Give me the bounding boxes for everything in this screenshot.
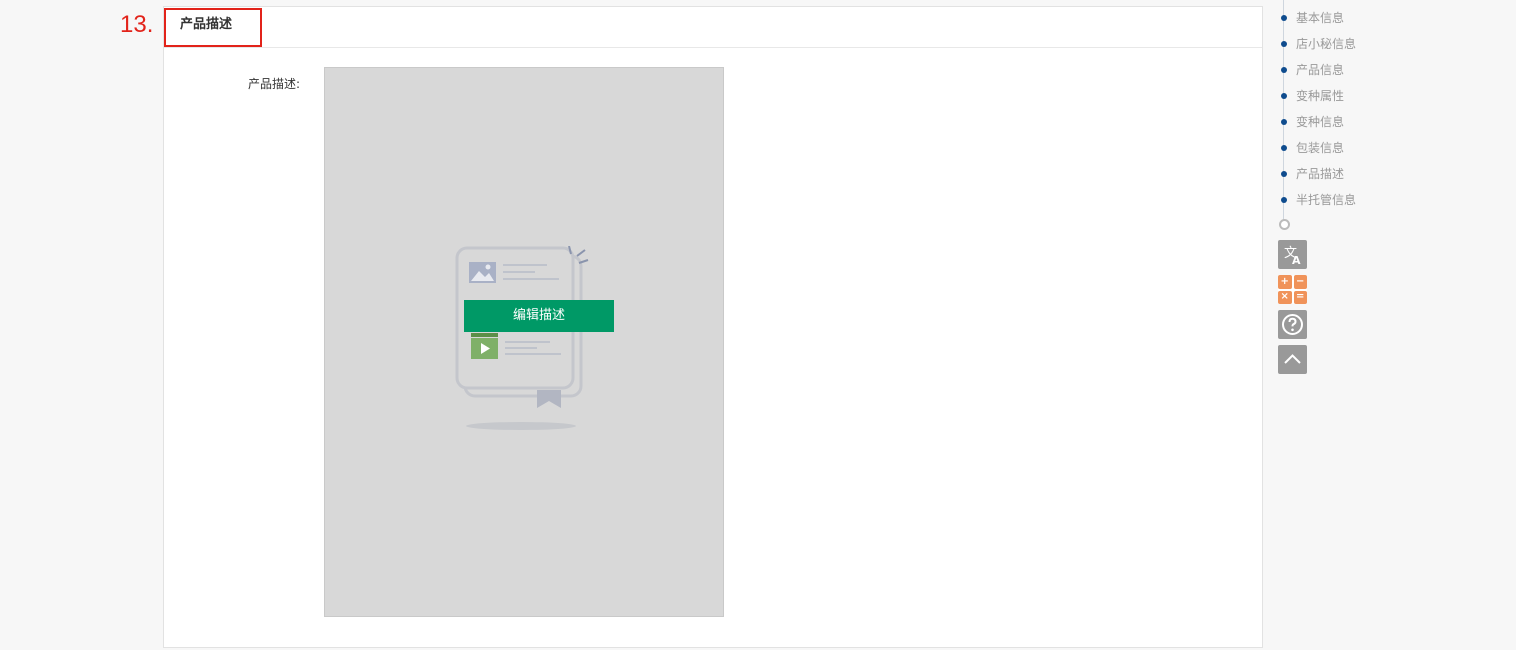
description-field-label: 产品描述: <box>248 77 301 91</box>
nav-item-variant-info[interactable]: 变种信息 <box>1276 112 1396 132</box>
nav-item-basic-info[interactable]: 基本信息 <box>1276 8 1396 28</box>
product-description-panel: 产品描述 产品描述: 编辑描述 <box>163 6 1263 648</box>
nav-item-product-info[interactable]: 产品信息 <box>1276 60 1396 80</box>
nav-item-packaging-info[interactable]: 包装信息 <box>1276 138 1396 158</box>
chevron-up-icon <box>1284 354 1301 364</box>
nav-item-label: 半托管信息 <box>1296 193 1357 207</box>
calc-minus-cell: − <box>1293 275 1307 289</box>
back-to-top-button[interactable] <box>1278 345 1307 374</box>
nav-dot <box>1281 171 1287 177</box>
calc-plus-cell: + <box>1278 275 1292 289</box>
calculator-button[interactable]: + − × = <box>1278 275 1307 304</box>
translate-button[interactable]: 文 A <box>1278 240 1307 269</box>
empty-description-illustration <box>455 246 589 430</box>
help-button[interactable] <box>1278 310 1307 339</box>
nav-end-circle <box>1279 219 1290 230</box>
panel-title: 产品描述 <box>180 17 233 32</box>
translate-icon: 文 A <box>1284 246 1301 267</box>
nav-dot <box>1281 41 1287 47</box>
nav-item-label: 变种信息 <box>1296 115 1345 129</box>
nav-item-product-description[interactable]: 产品描述 <box>1276 164 1396 184</box>
step-number: 13. <box>120 11 154 38</box>
svg-text:A: A <box>1292 254 1301 267</box>
calc-times-cell: × <box>1278 290 1292 304</box>
calc-equals-cell: = <box>1293 290 1307 304</box>
nav-item-label: 产品描述 <box>1296 167 1345 181</box>
nav-item-dianxiaomi-info[interactable]: 店小秘信息 <box>1276 34 1396 54</box>
nav-item-label: 店小秘信息 <box>1296 37 1357 51</box>
nav-item-variant-attributes[interactable]: 变种属性 <box>1276 86 1396 106</box>
nav-item-label: 变种属性 <box>1296 89 1345 103</box>
nav-item-label: 基本信息 <box>1296 11 1345 25</box>
description-editor-placeholder[interactable]: 编辑描述 <box>324 67 724 617</box>
nav-item-label: 产品信息 <box>1296 63 1345 77</box>
nav-dot <box>1281 67 1287 73</box>
nav-dot <box>1281 15 1287 21</box>
panel-header: 产品描述 <box>164 7 1262 48</box>
edit-description-button[interactable]: 编辑描述 <box>464 300 614 332</box>
nav-item-semi-managed-info[interactable]: 半托管信息 <box>1276 190 1396 210</box>
nav-dot <box>1281 93 1287 99</box>
nav-dot <box>1281 145 1287 151</box>
nav-dot <box>1281 197 1287 203</box>
nav-dot <box>1281 119 1287 125</box>
question-circle-icon <box>1282 314 1303 335</box>
nav-item-label: 包装信息 <box>1296 141 1345 155</box>
